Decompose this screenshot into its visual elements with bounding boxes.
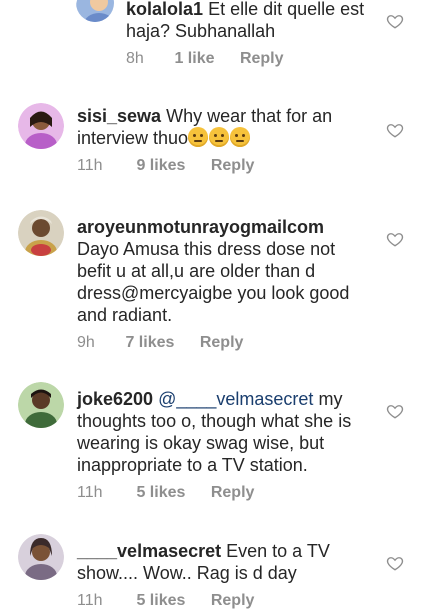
heart-icon[interactable]	[386, 554, 404, 572]
heart-icon[interactable]	[386, 230, 404, 248]
avatar[interactable]	[18, 210, 64, 256]
heart-icon[interactable]	[386, 12, 404, 30]
emoji-icon	[188, 127, 209, 147]
comment-time: 9h	[77, 334, 95, 351]
heart-icon[interactable]	[386, 402, 404, 420]
emoji-icon	[230, 127, 251, 147]
avatar[interactable]	[18, 103, 64, 149]
reply-button[interactable]: Reply	[211, 591, 255, 611]
mention-link[interactable]: @____velmasecret	[158, 389, 313, 409]
reply-button[interactable]: Reply	[211, 156, 255, 176]
comment-text: Dayo Amusa this dress dose not befit u a…	[77, 239, 350, 325]
comment-username[interactable]: sisi_sewa	[77, 106, 161, 126]
comment-likes[interactable]: 7 likes	[125, 333, 174, 353]
comment-likes[interactable]: 1 like	[174, 49, 214, 69]
comment-time: 8h	[126, 50, 144, 67]
avatar[interactable]	[18, 382, 64, 428]
comment-username[interactable]: aroyeunmotunrayogmailcom	[77, 216, 367, 238]
comment-likes[interactable]: 9 likes	[136, 156, 185, 176]
comment-meta: 11h 9 likes Reply	[77, 156, 367, 176]
comment-time: 11h	[77, 157, 103, 174]
comment-likes[interactable]: 5 likes	[136, 483, 185, 503]
heart-icon[interactable]	[386, 121, 404, 139]
avatar[interactable]	[18, 534, 64, 580]
reply-button[interactable]: Reply	[211, 483, 255, 503]
emoji-icon	[209, 127, 230, 147]
reply-button[interactable]: Reply	[200, 333, 244, 353]
avatar[interactable]	[76, 0, 114, 22]
comment-username[interactable]: ____velmasecret	[77, 541, 221, 561]
comment-meta: 9h 7 likes Reply	[77, 333, 367, 353]
comment-likes[interactable]: 5 likes	[136, 591, 185, 611]
reply-button[interactable]: Reply	[240, 49, 284, 69]
emoji-group	[188, 127, 251, 148]
comment-time: 11h	[77, 592, 103, 609]
comment-meta: 11h 5 likes Reply	[77, 483, 367, 503]
comment-username[interactable]: joke6200	[77, 389, 153, 409]
comment-time: 11h	[77, 484, 103, 501]
comment-meta: 11h 5 likes Reply	[77, 591, 367, 611]
comment-username[interactable]: kolalola1	[126, 0, 203, 19]
comment-meta: 8h 1 like Reply	[126, 49, 376, 69]
